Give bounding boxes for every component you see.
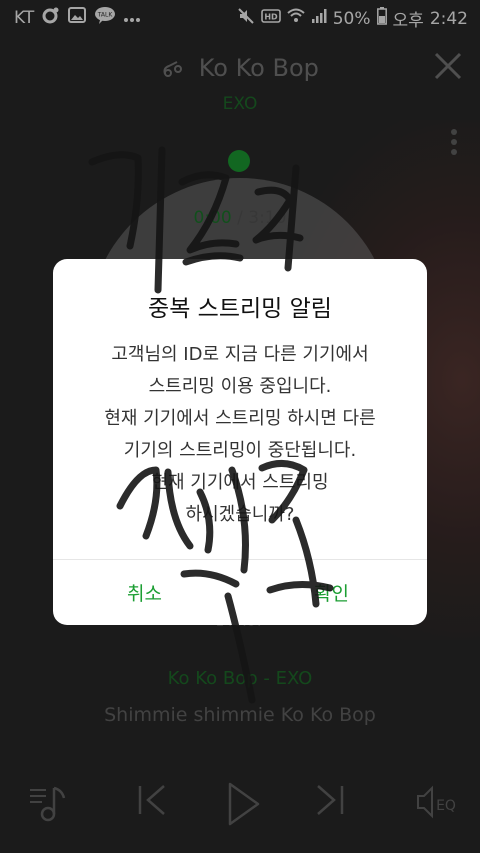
dialog-message: 고객님의 ID로 지금 다른 기기에서 스트리밍 이용 중입니다. 현재 기기에… <box>63 339 417 531</box>
dialog-message-line: 하시겠습니까? <box>185 504 295 525</box>
dialog-message-line: 고객님의 ID로 지금 다른 기기에서 <box>111 344 369 365</box>
duplicate-streaming-dialog: 중복 스트리밍 알림 고객님의 ID로 지금 다른 기기에서 스트리밍 이용 중… <box>53 259 427 625</box>
dialog-message-line: 현재 기기에서 스트리밍 <box>151 472 329 493</box>
dialog-message-line: 스트리밍 이용 중입니다. <box>148 376 332 397</box>
confirm-button[interactable]: 확인 <box>314 579 349 606</box>
dialog-message-line: 기기의 스트리밍이 중단됩니다. <box>123 440 357 461</box>
dialog-title: 중복 스트리밍 알림 <box>148 296 332 322</box>
dialog-message-line: 현재 기기에서 스트리밍 하시면 다른 <box>104 408 376 429</box>
player-screen: KT TALK HD 50% 오후 2:42 Ko Ko Bop EXO 0:0… <box>0 0 480 853</box>
dialog-divider <box>53 559 427 560</box>
cancel-button[interactable]: 취소 <box>127 579 162 606</box>
